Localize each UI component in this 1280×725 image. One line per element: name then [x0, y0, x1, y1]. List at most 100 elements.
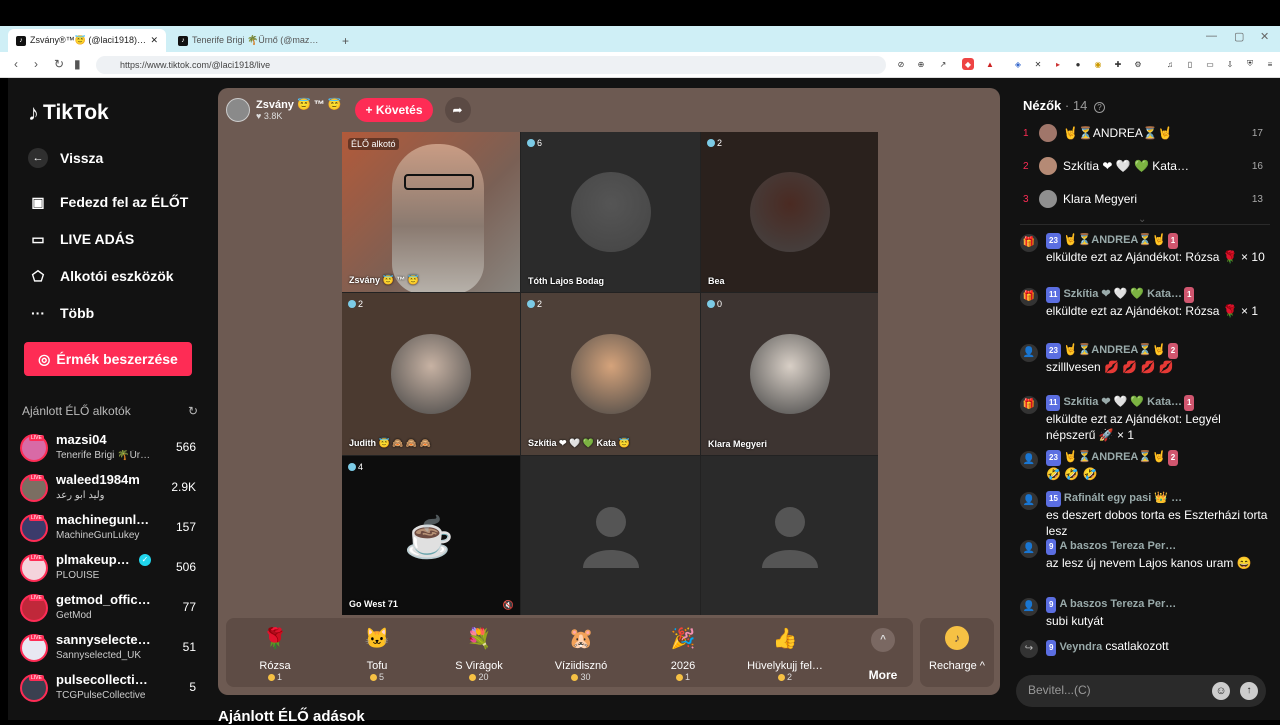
- chat-username[interactable]: 9 Veyndra csatlakozott: [1046, 638, 1268, 656]
- download-icon[interactable]: ⇩: [1224, 58, 1236, 70]
- recommended-creator[interactable]: LIVE pulsecollecti… TCGPulseCollective 5: [20, 672, 200, 708]
- fan-badge: 1: [1184, 395, 1195, 411]
- close-tab-icon[interactable]: ✕: [150, 35, 158, 46]
- top-viewer[interactable]: 1 🤘⏳ANDREA⏳🤘 17: [1023, 122, 1263, 144]
- sidebar: ♪ TikTok ← Vissza ▣ Fedezd fel az ÉLŐT ▭…: [8, 78, 208, 720]
- share-icon[interactable]: ➦: [444, 97, 471, 123]
- reload-icon[interactable]: ↻: [54, 57, 64, 71]
- hls-extension-icon[interactable]: ▸: [1052, 58, 1064, 70]
- sidebar-item-creator-tools[interactable]: ⬠ Alkotói eszközök: [28, 266, 174, 286]
- viewer-name: 🤘⏳ANDREA⏳🤘: [1063, 126, 1173, 140]
- back-nav-item[interactable]: ← Vissza: [28, 148, 103, 168]
- gift-item[interactable]: 🐱 Tofu 5: [332, 624, 422, 682]
- top-viewer[interactable]: 3 Klara Megyeri 13: [1023, 188, 1263, 210]
- share-page-icon[interactable]: ↗: [937, 58, 949, 70]
- vpn-icon[interactable]: ⛨: [1244, 58, 1256, 70]
- recommended-creator[interactable]: LIVE waleed1984m وليد ابو رعد 2.9K: [20, 472, 200, 508]
- guest-tile[interactable]: ÉLŐ alkotó Zsvány 😇 ™ 😇: [342, 132, 520, 292]
- follow-button[interactable]: + Követés: [355, 98, 433, 122]
- chat-username[interactable]: 11 Szkítia ❤ 🤍 💚 Kata… 1: [1046, 286, 1268, 303]
- host-name[interactable]: Zsvány 😇 ™ 😇: [256, 99, 341, 111]
- shield-extension-icon[interactable]: ◆: [962, 58, 974, 70]
- level-badge: 11: [1046, 395, 1061, 411]
- host-avatar[interactable]: [226, 98, 250, 122]
- guest-tile[interactable]: 2 Bea: [701, 132, 878, 292]
- tab-mazsi04[interactable]: ♪ Tenerife Brigi 🌴Űrnő (@mazsi04) É…: [170, 29, 328, 52]
- maximize-button[interactable]: ▢: [1234, 30, 1244, 43]
- gift-item[interactable]: 🐹 Víziidisznó 30: [536, 624, 626, 682]
- gift-item[interactable]: 💐 S Virágok 20: [434, 624, 524, 682]
- recommended-creator[interactable]: LIVE mazsi04 Tenerife Brigi 🌴Űr… 566: [20, 432, 200, 468]
- top-viewer[interactable]: 2 Szkítia ❤ 🤍 💚 Kata… 16: [1023, 155, 1263, 177]
- viewer-score: 17: [1251, 127, 1263, 139]
- help-icon[interactable]: ?: [1093, 102, 1105, 113]
- gift-item[interactable]: 🌹 Rózsa 1: [230, 624, 320, 682]
- translate-extension-icon[interactable]: ◈: [1012, 58, 1024, 70]
- x-extension-icon[interactable]: ✕: [1032, 58, 1044, 70]
- zoom-icon[interactable]: ⊕: [915, 58, 927, 70]
- chat-input[interactable]: [1028, 683, 1208, 697]
- chat-username[interactable]: 23 🤘⏳ANDREA⏳🤘 2: [1046, 449, 1268, 466]
- more-gifts-button[interactable]: ^ More: [858, 628, 908, 682]
- chat-username[interactable]: 9A baszos Tereza Per…: [1046, 596, 1268, 613]
- wallet-icon[interactable]: ▭: [1204, 58, 1216, 70]
- new-tab-button[interactable]: +: [334, 29, 358, 52]
- music-icon[interactable]: ♫: [1164, 58, 1176, 70]
- viewer-name: Szkítia ❤ 🤍 💚 Kata…: [1063, 159, 1189, 173]
- guest-tile[interactable]: 2 Judith 😇 🙈 🙈 🙈: [342, 293, 520, 455]
- guest-tile[interactable]: ☕ 4 Go West 71 🔇: [342, 456, 520, 615]
- forward-arrow-icon[interactable]: ›: [34, 57, 38, 71]
- github-extension-icon[interactable]: ●: [1072, 58, 1084, 70]
- chat-username[interactable]: 15 Rafinált egy pasi 👑 …: [1046, 490, 1268, 507]
- guest-tile[interactable]: [521, 456, 700, 615]
- window-top-frame: [0, 0, 1280, 26]
- send-icon[interactable]: ↑: [1240, 682, 1258, 700]
- tiktok-page: ♪ TikTok ← Vissza ▣ Fedezd fel az ÉLŐT ▭…: [8, 78, 1280, 725]
- chat-body: 23 🤘⏳ANDREA⏳🤘 2 🤣 🤣 🤣: [1046, 449, 1268, 482]
- bookmark-icon[interactable]: ▮: [74, 57, 81, 71]
- gift-name: Víziidisznó: [554, 660, 608, 672]
- gift-name: S Virágok: [455, 660, 503, 672]
- alert-extension-icon[interactable]: ▲: [984, 58, 996, 70]
- emoji-icon[interactable]: ☺: [1212, 682, 1230, 700]
- host-info: Zsvány 😇 ™ 😇 ♥ 3.8K + Követés ➦: [226, 96, 471, 124]
- gift-item[interactable]: 🎉 2026 1: [638, 624, 728, 682]
- fan-badge: 1: [1167, 233, 1179, 249]
- sidebar-item-explore-live[interactable]: ▣ Fedezd fel az ÉLŐT: [28, 192, 188, 212]
- tab-zsvany[interactable]: ♪ Zsvány®™😇 (@laci1918) Él… ✕: [8, 29, 166, 52]
- chat-username[interactable]: 11 Szkítia ❤ 🤍 💚 Kata… 1: [1046, 394, 1268, 411]
- puzzle-extension-icon[interactable]: ✚: [1112, 58, 1124, 70]
- chat-username[interactable]: 23 🤘⏳ANDREA⏳🤘 2: [1046, 342, 1268, 359]
- avatar: 👤: [1020, 492, 1038, 510]
- minimize-button[interactable]: —: [1206, 30, 1217, 42]
- recommended-creator[interactable]: LIVE plmakeup… ✓ PLOUISE 506: [20, 552, 200, 588]
- recommended-creator[interactable]: LIVE machinegunl… MachineGunLukey 157: [20, 512, 200, 548]
- menu-icon[interactable]: ≡: [1264, 58, 1276, 70]
- recharge-button[interactable]: ♪ Recharge ^: [920, 618, 994, 687]
- recommended-creator[interactable]: LIVE getmod_offic… GetMod 77: [20, 592, 200, 628]
- tiktok-logo[interactable]: ♪ TikTok: [28, 100, 109, 126]
- sidebar-item-more[interactable]: ··· Több: [28, 303, 94, 323]
- back-arrow-icon[interactable]: ‹: [14, 57, 18, 71]
- guest-tile[interactable]: 0 Klara Megyeri: [701, 293, 878, 455]
- settings-icon[interactable]: ⚙: [1132, 58, 1144, 70]
- close-window-button[interactable]: ✕: [1260, 30, 1269, 43]
- gift-item[interactable]: 👍 Hüvelykujj fel… 2: [740, 624, 830, 682]
- get-coins-button[interactable]: ◎ Érmék beszerzése: [24, 342, 192, 376]
- guest-photo: [749, 172, 830, 252]
- tracking-icon[interactable]: ⊘: [895, 58, 907, 70]
- recommended-creator[interactable]: LIVE sannyselecte… Sannyselected_UK 51: [20, 632, 200, 668]
- sidebar-item-live-studio[interactable]: ▭ LIVE ADÁS: [28, 229, 134, 249]
- chat-author: Szkítia ❤ 🤍 💚 Kata…: [1063, 288, 1182, 300]
- sidebar-toggle-icon[interactable]: ▯: [1184, 58, 1196, 70]
- chat-username[interactable]: 9A baszos Tereza Per…: [1046, 538, 1268, 555]
- guest-tile[interactable]: 2 Szkítia ❤ 🤍 💚 Kata 😇: [521, 293, 700, 455]
- guest-tile[interactable]: 6 Tóth Lajos Bodag: [521, 132, 700, 292]
- chat-username[interactable]: 23 🤘⏳ANDREA⏳🤘 1: [1046, 232, 1268, 249]
- guest-badge-text: 2: [537, 299, 543, 309]
- color-extension-icon[interactable]: ◉: [1092, 58, 1104, 70]
- url-field[interactable]: https://www.tiktok.com/@laci1918/live: [96, 56, 886, 74]
- refresh-icon[interactable]: ↻: [188, 404, 198, 418]
- gift-price: 2: [740, 672, 830, 682]
- guest-tile[interactable]: [701, 456, 878, 615]
